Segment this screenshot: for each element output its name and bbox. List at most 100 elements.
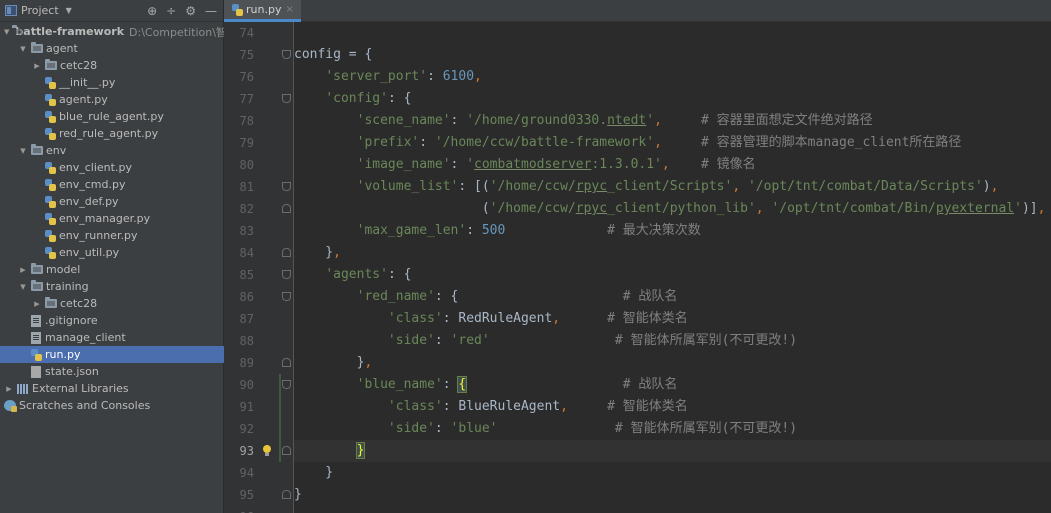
tab-run-py[interactable]: run.py × bbox=[224, 0, 301, 22]
tree-item[interactable]: ▼ training bbox=[0, 278, 224, 295]
tree-item[interactable]: state.json bbox=[0, 363, 224, 380]
gutter-line[interactable]: 88 bbox=[224, 330, 293, 352]
code-editor[interactable]: config = { 'server_port': 6100, 'config'… bbox=[294, 22, 1051, 513]
gutter-line[interactable]: 78 bbox=[224, 110, 293, 132]
tree-item[interactable]: red_rule_agent.py bbox=[0, 125, 224, 142]
project-panel-title[interactable]: Project bbox=[21, 4, 59, 17]
chevron-down-icon[interactable]: ▼ bbox=[66, 6, 72, 15]
gutter-line[interactable]: 84 bbox=[224, 242, 293, 264]
gutter-line[interactable]: 85 bbox=[224, 264, 293, 286]
fold-collapse-icon[interactable] bbox=[282, 94, 291, 103]
code-line[interactable]: 'class': BlueRuleAgent, # 智能体类名 bbox=[294, 396, 1051, 418]
code-line[interactable]: 'agents': { bbox=[294, 264, 1051, 286]
fold-end-icon[interactable] bbox=[282, 248, 291, 257]
code-line[interactable]: ('/home/ccw/rpyc_client/python_lib', '/o… bbox=[294, 198, 1051, 220]
collapsed-arrow-icon[interactable]: ▶ bbox=[32, 62, 42, 70]
lightbulb-icon[interactable] bbox=[262, 445, 272, 457]
collapsed-arrow-icon[interactable]: ▶ bbox=[32, 300, 42, 308]
fold-collapse-icon[interactable] bbox=[282, 380, 291, 389]
tree-item[interactable]: Scratches and Consoles bbox=[0, 397, 224, 414]
fold-collapse-icon[interactable] bbox=[282, 292, 291, 301]
tree-item[interactable]: ▼ env bbox=[0, 142, 224, 159]
code-line[interactable]: 'class': RedRuleAgent, # 智能体类名 bbox=[294, 308, 1051, 330]
fold-collapse-icon[interactable] bbox=[282, 50, 291, 59]
tree-item[interactable]: blue_rule_agent.py bbox=[0, 108, 224, 125]
fold-end-icon[interactable] bbox=[282, 358, 291, 367]
code-line[interactable]: } bbox=[294, 440, 1051, 462]
code-line[interactable]: 'scene_name': '/home/ground0330.ntedt', … bbox=[294, 110, 1051, 132]
expanded-arrow-icon[interactable]: ▼ bbox=[18, 283, 28, 291]
gutter-line[interactable]: 83 bbox=[224, 220, 293, 242]
gutter-line[interactable]: 95 bbox=[224, 484, 293, 506]
fold-collapse-icon[interactable] bbox=[282, 182, 291, 191]
code-line[interactable] bbox=[294, 506, 1051, 513]
fold-end-icon[interactable] bbox=[282, 204, 291, 213]
gutter-line[interactable]: 87 bbox=[224, 308, 293, 330]
gutter-line[interactable]: 93 bbox=[224, 440, 293, 462]
fold-collapse-icon[interactable] bbox=[282, 270, 291, 279]
code-line[interactable]: 'volume_list': [('/home/ccw/rpyc_client/… bbox=[294, 176, 1051, 198]
code-line[interactable]: 'blue_name': { # 战队名 bbox=[294, 374, 1051, 396]
code-line[interactable]: }, bbox=[294, 352, 1051, 374]
code-line[interactable]: config = { bbox=[294, 44, 1051, 66]
tree-item[interactable]: ▶ model bbox=[0, 261, 224, 278]
hide-panel-icon[interactable]: — bbox=[205, 4, 217, 18]
tree-item[interactable]: env_def.py bbox=[0, 193, 224, 210]
collapse-all-icon[interactable]: ÷ bbox=[166, 4, 176, 18]
gutter-line[interactable]: 82 bbox=[224, 198, 293, 220]
tree-item[interactable]: env_manager.py bbox=[0, 210, 224, 227]
collapsed-arrow-icon[interactable]: ▶ bbox=[18, 266, 28, 274]
code-line[interactable]: 'max_game_len': 500 # 最大决策次数 bbox=[294, 220, 1051, 242]
code-line[interactable]: 'red_name': { # 战队名 bbox=[294, 286, 1051, 308]
code-line[interactable]: 'image_name': 'combatmodserver:1.3.0.1',… bbox=[294, 154, 1051, 176]
tree-item[interactable]: agent.py bbox=[0, 91, 224, 108]
gutter-line[interactable]: 94 bbox=[224, 462, 293, 484]
tree-item[interactable]: env_runner.py bbox=[0, 227, 224, 244]
tree-item[interactable]: env_client.py bbox=[0, 159, 224, 176]
expanded-arrow-icon[interactable]: ▼ bbox=[4, 28, 9, 36]
gutter-line[interactable]: 92 bbox=[224, 418, 293, 440]
close-icon[interactable]: × bbox=[285, 4, 293, 15]
tree-item[interactable]: ▶ cetc28 bbox=[0, 295, 224, 312]
collapsed-arrow-icon[interactable]: ▶ bbox=[4, 385, 14, 393]
gutter-line[interactable]: 76 bbox=[224, 66, 293, 88]
vcs-change-marker[interactable] bbox=[279, 374, 281, 462]
code-line[interactable]: }, bbox=[294, 242, 1051, 264]
tree-item[interactable]: env_cmd.py bbox=[0, 176, 224, 193]
code-line[interactable]: 'side': 'red' # 智能体所属军别(不可更改!) bbox=[294, 330, 1051, 352]
expanded-arrow-icon[interactable]: ▼ bbox=[18, 147, 28, 155]
code-line[interactable]: 'prefix': '/home/ccw/battle-framework', … bbox=[294, 132, 1051, 154]
tree-item[interactable]: ▼ battle-framework D:\Competition\智能体 bbox=[0, 23, 249, 40]
gutter-line[interactable]: 90 bbox=[224, 374, 293, 396]
tree-item[interactable]: manage_client bbox=[0, 329, 224, 346]
expanded-arrow-icon[interactable]: ▼ bbox=[18, 45, 28, 53]
code-line[interactable]: 'config': { bbox=[294, 88, 1051, 110]
gutter-line[interactable]: 77 bbox=[224, 88, 293, 110]
gutter-line[interactable]: 80 bbox=[224, 154, 293, 176]
tree-item[interactable]: .gitignore bbox=[0, 312, 224, 329]
tree-item[interactable]: __init__.py bbox=[0, 74, 224, 91]
gutter-line[interactable]: 81 bbox=[224, 176, 293, 198]
gutter-line[interactable]: 89 bbox=[224, 352, 293, 374]
locate-file-icon[interactable]: ⊕ bbox=[147, 4, 157, 18]
code-line[interactable]: } bbox=[294, 484, 1051, 506]
tree-item[interactable]: ▶ External Libraries bbox=[0, 380, 224, 397]
gutter-line[interactable]: 74 bbox=[224, 22, 293, 44]
tree-item[interactable]: run.py bbox=[0, 346, 224, 363]
line-number-gutter[interactable]: 74 75 76 77 78 79 80 81 82 83 84 85 86 87 88 89 90 91 92 93… bbox=[224, 22, 294, 513]
gutter-line[interactable]: 96 bbox=[224, 506, 293, 513]
fold-end-icon[interactable] bbox=[282, 490, 291, 499]
code-line[interactable]: } bbox=[294, 462, 1051, 484]
tree-item[interactable]: ▼ agent bbox=[0, 40, 224, 57]
tree-item[interactable]: ▶ cetc28 bbox=[0, 57, 224, 74]
tree-item[interactable]: env_util.py bbox=[0, 244, 224, 261]
code-line[interactable]: 'side': 'blue' # 智能体所属军别(不可更改!) bbox=[294, 418, 1051, 440]
gutter-line[interactable]: 91 bbox=[224, 396, 293, 418]
fold-end-icon[interactable] bbox=[282, 446, 291, 455]
code-line[interactable]: 'server_port': 6100, bbox=[294, 66, 1051, 88]
gear-icon[interactable]: ⚙ bbox=[185, 4, 196, 18]
gutter-line[interactable]: 79 bbox=[224, 132, 293, 154]
gutter-line[interactable]: 86 bbox=[224, 286, 293, 308]
gutter-line[interactable]: 75 bbox=[224, 44, 293, 66]
code-line[interactable] bbox=[294, 22, 1051, 44]
